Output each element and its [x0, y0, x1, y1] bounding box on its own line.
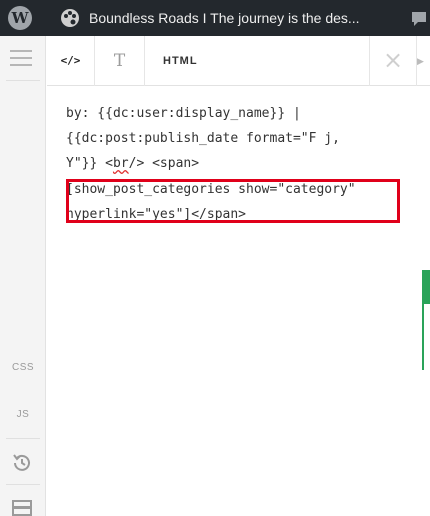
palette-icon[interactable]: [60, 8, 80, 28]
highlight-annotation-box: [66, 179, 400, 223]
editor-tab-bar: </> T HTML × ▶: [47, 36, 430, 86]
css-button[interactable]: CSS: [0, 362, 46, 373]
green-accent: [424, 270, 430, 304]
hamburger-icon[interactable]: [10, 50, 32, 66]
comment-icon[interactable]: [410, 10, 430, 28]
tab-html[interactable]: HTML: [145, 36, 370, 86]
history-icon[interactable]: [11, 452, 33, 474]
code-line: {{dc:post:publish_date format="F j,: [66, 131, 340, 146]
site-title-link[interactable]: Boundless Roads I The journey is the des…: [89, 0, 360, 36]
layout-icon[interactable]: [12, 500, 32, 516]
code-fragment: Y"}} <: [66, 156, 113, 171]
code-line: Y"}} <br/> <span>: [66, 154, 199, 174]
spellcheck-word: br: [112, 156, 129, 171]
tab-code[interactable]: </>: [47, 36, 95, 86]
editor-side-rail: CSS JS: [0, 36, 46, 516]
js-button[interactable]: JS: [0, 409, 46, 420]
rail-divider: [6, 484, 40, 485]
code-fragment: /> <span>: [128, 156, 200, 171]
admin-bar: W Boundless Roads I The journey is the d…: [0, 0, 430, 36]
wordpress-logo-icon[interactable]: W: [8, 6, 32, 30]
rail-divider: [6, 438, 40, 439]
close-icon[interactable]: ×: [370, 36, 417, 86]
play-icon[interactable]: ▶: [417, 36, 430, 86]
side-panel-edge: [422, 270, 430, 370]
tab-text[interactable]: T: [95, 36, 145, 86]
code-line: by: {{dc:user:display_name}} |: [66, 106, 301, 121]
rail-divider: [6, 80, 40, 81]
